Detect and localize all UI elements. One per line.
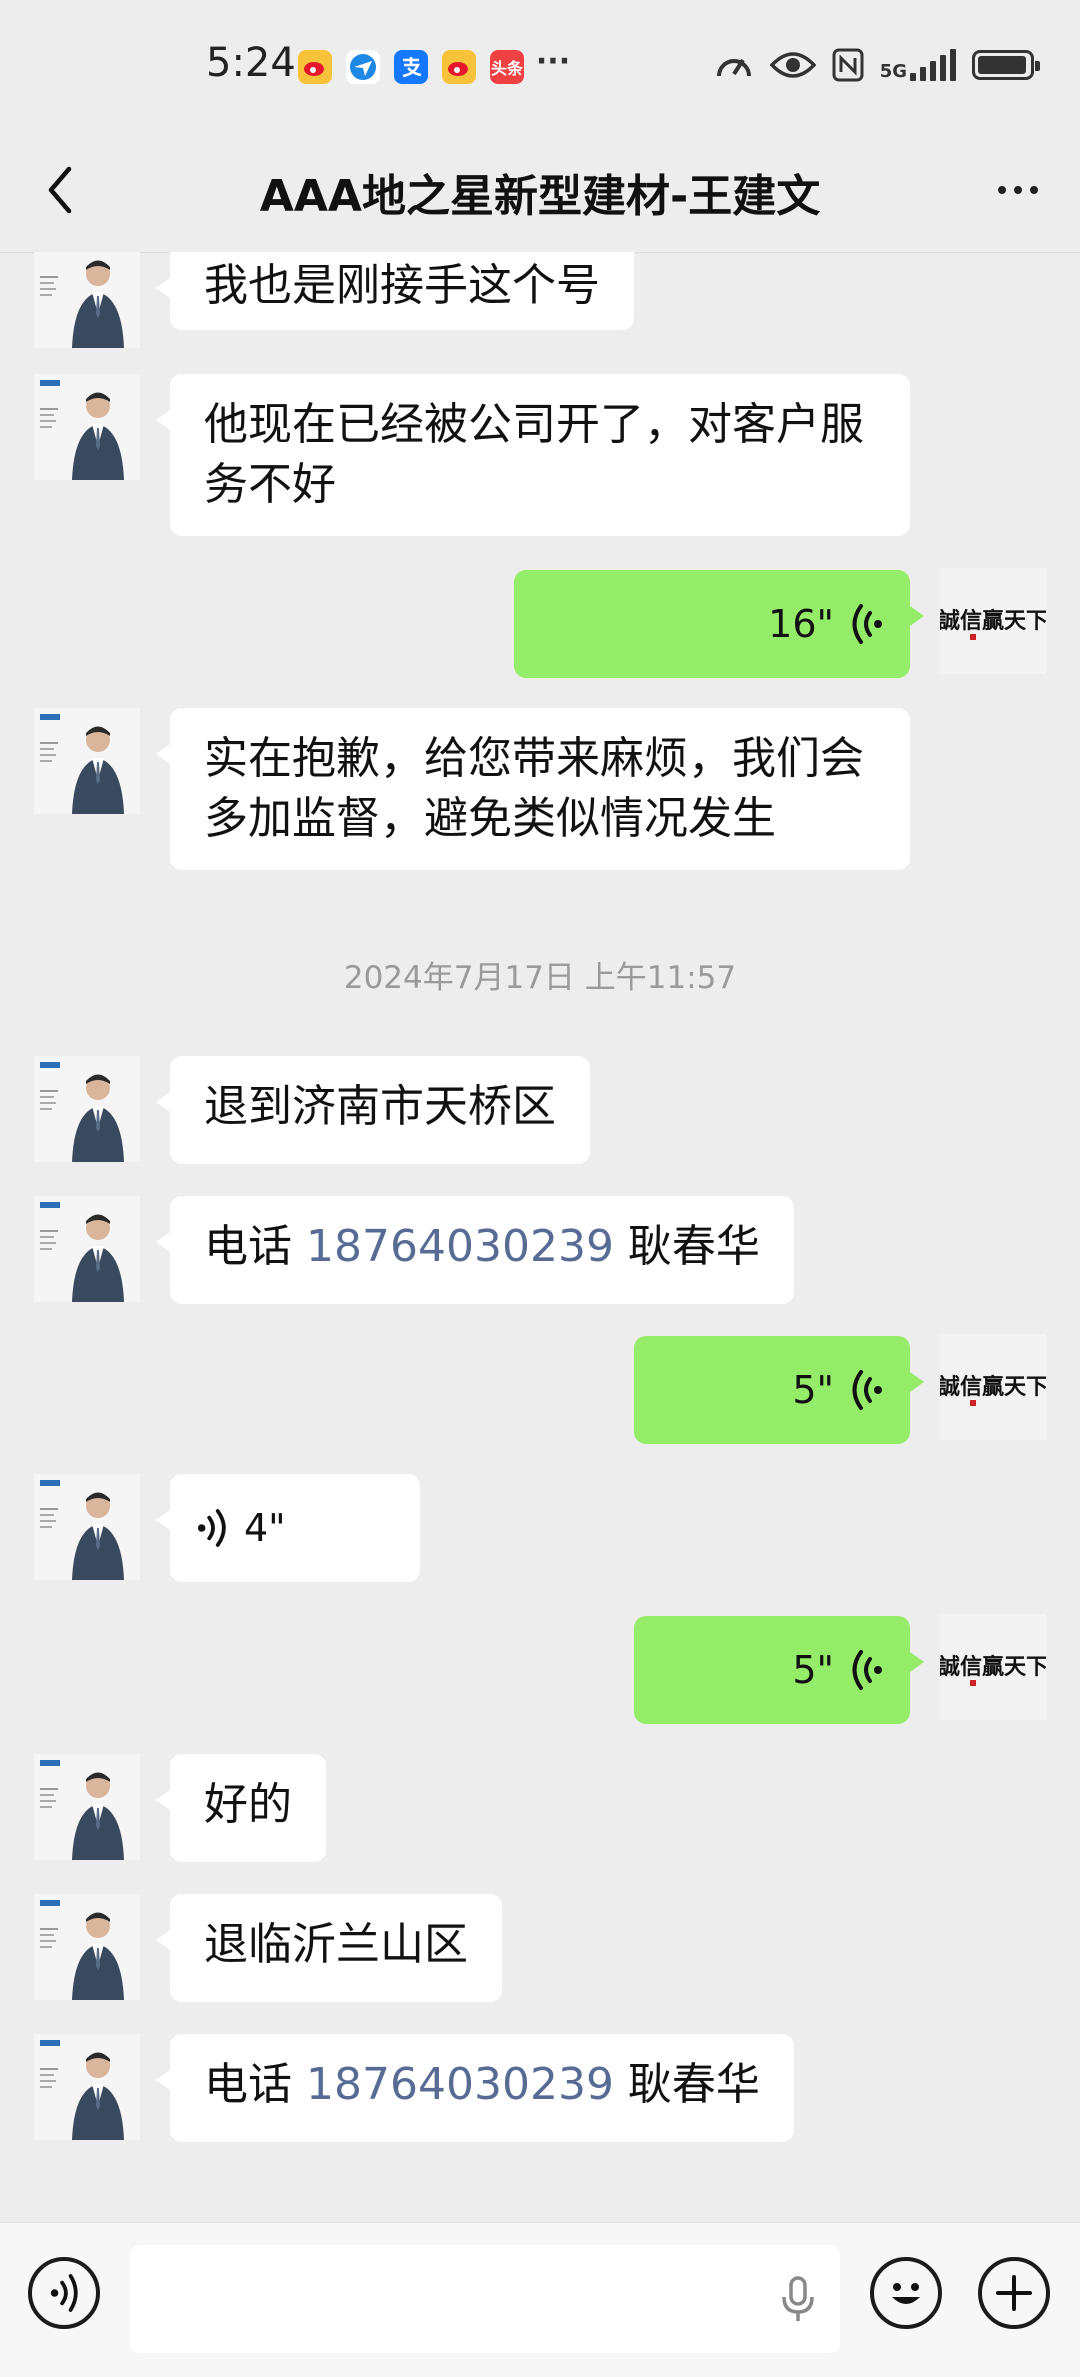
voice-wave-icon bbox=[852, 1370, 882, 1410]
emoji-button[interactable] bbox=[870, 2257, 942, 2329]
message-bubble[interactable]: 退临沂兰山区 bbox=[156, 1894, 502, 2002]
voice-duration: 16" bbox=[768, 602, 834, 646]
phone-number-link[interactable]: 18764030239 bbox=[306, 2059, 614, 2110]
plus-icon bbox=[996, 2275, 1032, 2311]
voice-wave-icon bbox=[852, 1650, 882, 1690]
voice-wave-icon bbox=[197, 1509, 226, 1547]
message-text: 电话 bbox=[204, 2059, 306, 2110]
voice-message-bubble[interactable]: 5" bbox=[634, 1616, 924, 1724]
alipay-icon bbox=[394, 50, 428, 84]
input-bar bbox=[0, 2222, 1080, 2377]
contact-avatar[interactable] bbox=[34, 708, 140, 814]
message-input[interactable] bbox=[130, 2245, 840, 2353]
message-list[interactable]: 我也是刚接手这个号 他现在已经被公司开了，对客户服务不好 16" 誠信贏天下 实… bbox=[0, 252, 1080, 2222]
message-bubble[interactable]: 电话 18764030239 耿春华 bbox=[156, 2034, 794, 2142]
contact-avatar[interactable] bbox=[34, 1754, 140, 1860]
message-text: 耿春华 bbox=[613, 1221, 760, 1272]
weibo-icon bbox=[298, 50, 332, 84]
contact-avatar[interactable] bbox=[34, 1894, 140, 2000]
self-avatar-calligraphy: 誠信贏天下 bbox=[940, 608, 1046, 634]
contact-avatar[interactable] bbox=[34, 252, 140, 348]
notification-icons: 头条 ··· bbox=[298, 44, 570, 84]
status-time: 5:24 bbox=[206, 40, 296, 86]
weibo-icon bbox=[442, 50, 476, 84]
self-avatar[interactable]: 誠信贏天下 bbox=[940, 1334, 1046, 1440]
voice-duration: 5" bbox=[792, 1368, 834, 1412]
self-avatar[interactable]: 誠信贏天下 bbox=[940, 568, 1046, 674]
status-bar: 5:24 头条 ··· 5G bbox=[0, 0, 1080, 130]
contact-avatar[interactable] bbox=[34, 1056, 140, 1162]
battery-icon bbox=[972, 50, 1040, 80]
chat-title: AAA地之星新型建材-王建文 bbox=[259, 171, 821, 222]
phone-number-link[interactable]: 18764030239 bbox=[306, 1221, 614, 1272]
contact-avatar[interactable] bbox=[34, 374, 140, 480]
toutiao-icon: 头条 bbox=[490, 50, 524, 84]
message-bubble[interactable]: 实在抱歉，给您带来麻烦，我们会多加监督，避免类似情况发生 bbox=[156, 708, 910, 870]
eye-icon bbox=[769, 52, 816, 78]
more-options-button[interactable] bbox=[986, 160, 1050, 220]
chat-timestamp: 2024年7月17日 上午11:57 bbox=[343, 960, 737, 996]
contact-avatar[interactable] bbox=[34, 2034, 140, 2140]
voice-message-bubble[interactable]: 4" bbox=[156, 1474, 420, 1582]
nfc-icon bbox=[832, 48, 864, 82]
voice-duration: 5" bbox=[792, 1648, 834, 1692]
speedometer-icon bbox=[716, 58, 751, 77]
self-avatar-calligraphy: 誠信贏天下 bbox=[940, 1374, 1046, 1400]
browser-icon bbox=[346, 50, 380, 84]
voice-message-bubble[interactable]: 5" bbox=[634, 1336, 924, 1444]
signal-icon: 5G bbox=[880, 49, 956, 81]
contact-avatar[interactable] bbox=[34, 1196, 140, 1302]
contact-avatar[interactable] bbox=[34, 1474, 140, 1580]
plus-button[interactable] bbox=[978, 2257, 1050, 2329]
voice-duration: 4" bbox=[244, 1506, 286, 1550]
more-notifications-icon: ··· bbox=[535, 43, 571, 79]
message-text: 耿春华 bbox=[613, 2059, 760, 2110]
system-icons: 5G bbox=[714, 48, 1040, 82]
message-bubble[interactable]: 电话 18764030239 耿春华 bbox=[156, 1196, 794, 1304]
voice-mode-icon bbox=[50, 2274, 78, 2312]
message-bubble[interactable]: 好的 bbox=[156, 1754, 326, 1862]
message-text: 电话 bbox=[204, 1221, 306, 1272]
message-bubble[interactable]: 我也是刚接手这个号 bbox=[156, 252, 634, 330]
emoji-icon bbox=[892, 2283, 920, 2304]
microphone-icon[interactable] bbox=[778, 2275, 818, 2325]
self-avatar[interactable]: 誠信贏天下 bbox=[940, 1614, 1046, 1720]
voice-wave-icon bbox=[852, 604, 882, 644]
voice-mode-button[interactable] bbox=[28, 2257, 100, 2329]
message-bubble[interactable]: 他现在已经被公司开了，对客户服务不好 bbox=[156, 374, 910, 536]
self-avatar-calligraphy: 誠信贏天下 bbox=[940, 1654, 1046, 1680]
voice-message-bubble[interactable]: 16" bbox=[514, 570, 924, 678]
chat-header: AAA地之星新型建材-王建文 bbox=[0, 130, 1080, 253]
message-bubble[interactable]: 退到济南市天桥区 bbox=[156, 1056, 590, 1164]
